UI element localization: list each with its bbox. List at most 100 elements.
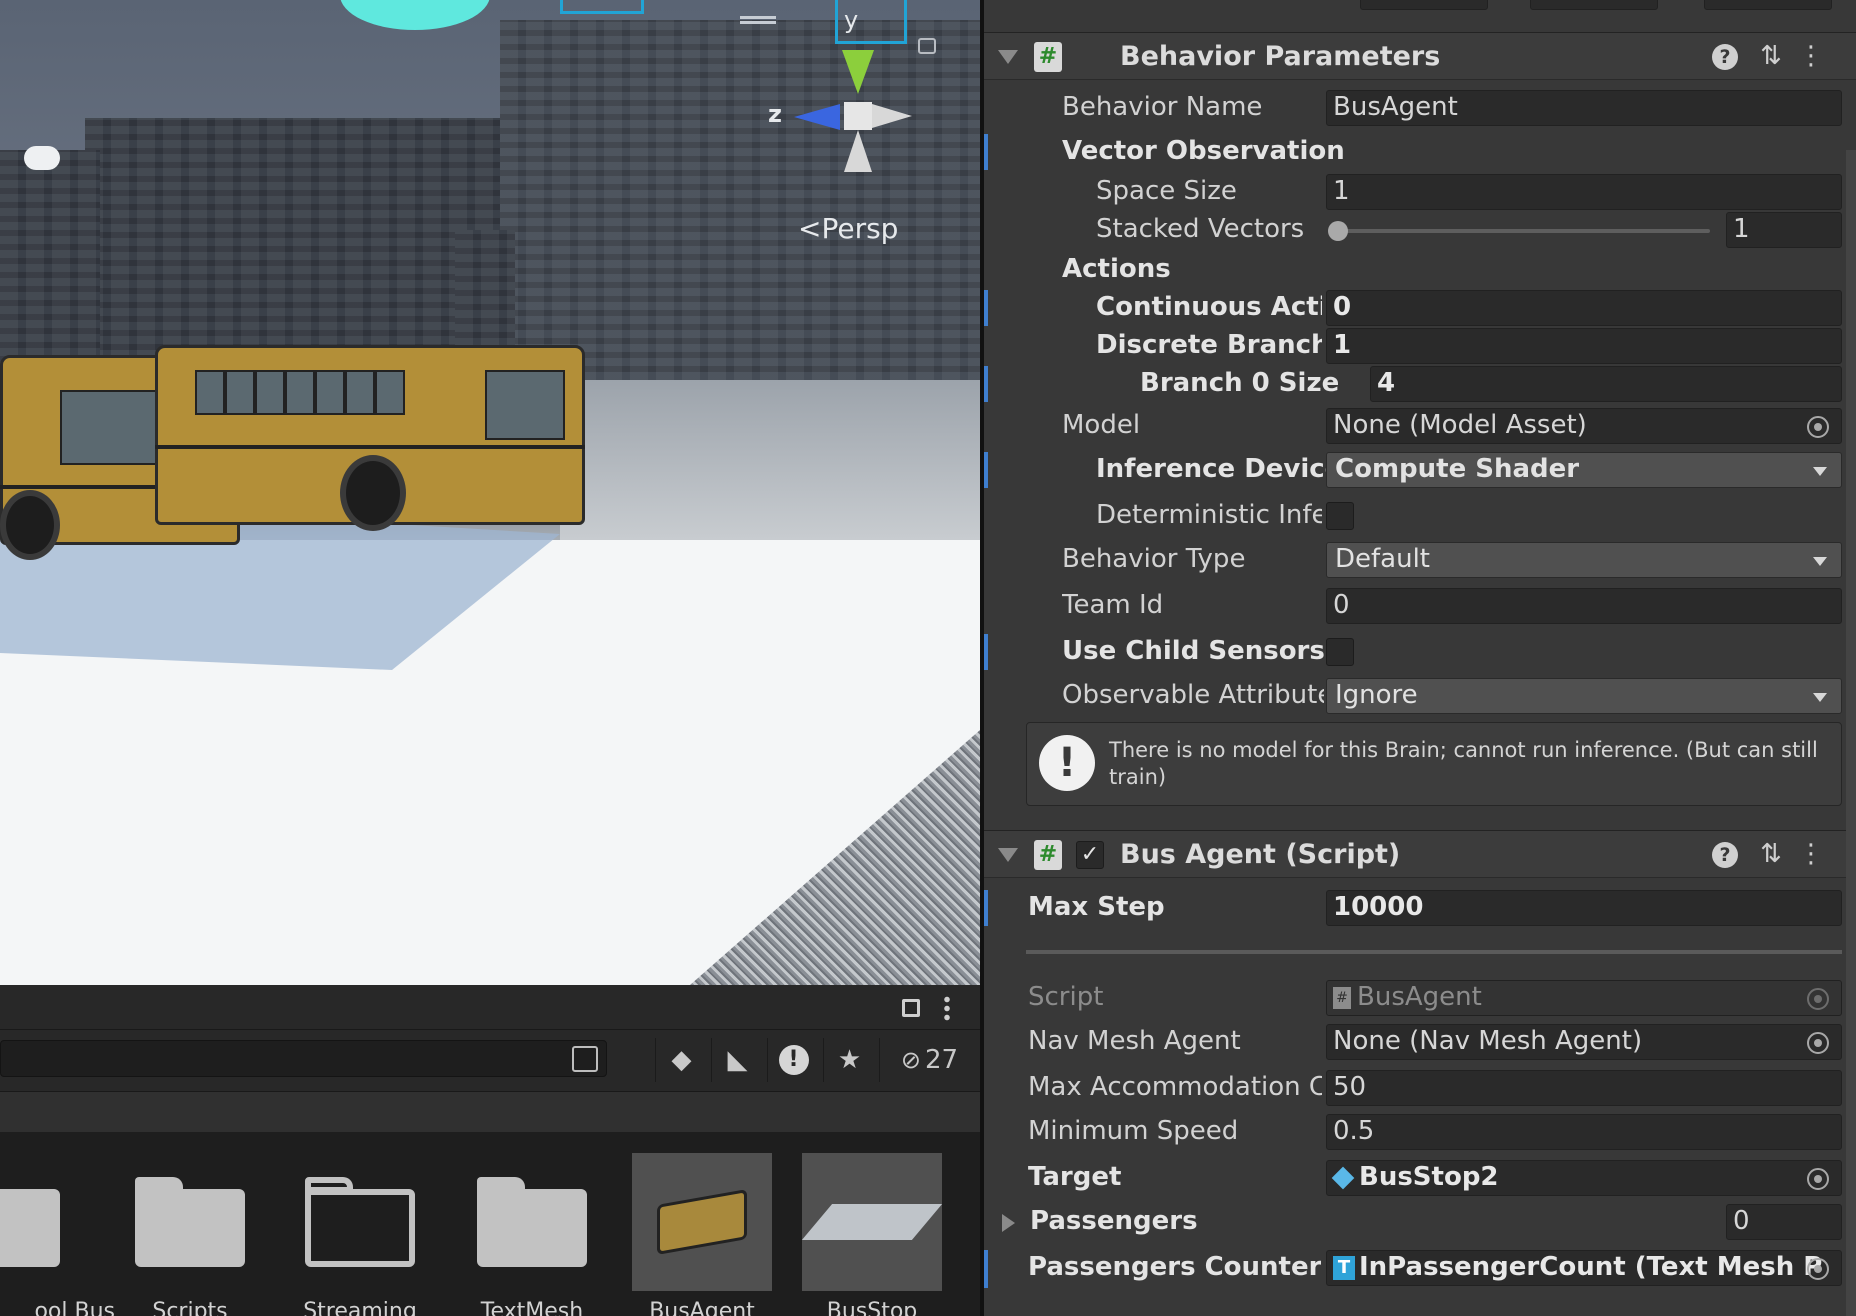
asset-label: TextMesh <box>480 1299 584 1316</box>
foldout-arrow-icon[interactable] <box>1002 1214 1015 1232</box>
more-options-icon[interactable]: ⋮ <box>1796 41 1826 71</box>
enabled-checkbox[interactable]: ✓ <box>1076 841 1104 869</box>
hidden-count: 27 <box>925 1045 959 1075</box>
slider-knob[interactable] <box>1328 221 1348 241</box>
discrete-branches-input[interactable]: 1 <box>1326 328 1842 364</box>
stacked-vectors-input[interactable]: 1 <box>1726 212 1842 248</box>
folder-icon <box>477 1177 587 1267</box>
gizmo-z-axis[interactable] <box>794 104 840 130</box>
warning-icon: ! <box>1039 735 1095 791</box>
vector-field[interactable] <box>1360 0 1488 10</box>
dropdown-value: Ignore <box>1335 680 1418 710</box>
gizmo-y-axis[interactable] <box>842 50 874 94</box>
asset-prefab[interactable]: BusStop <box>801 1153 943 1316</box>
vector-field[interactable] <box>1530 0 1658 10</box>
script-file-icon: # <box>1333 986 1351 1009</box>
asset-folder[interactable]: Streaming <box>290 1153 430 1316</box>
warning-text: There is no model for this Brain; cannot… <box>1109 738 1818 789</box>
field-label: Target <box>1028 1162 1122 1192</box>
log-types-button[interactable]: ! <box>767 1038 819 1082</box>
bus-model[interactable] <box>155 335 595 550</box>
field-label: Deterministic Infer <box>1096 500 1322 530</box>
more-options-icon[interactable] <box>944 995 950 1021</box>
object-picker-icon[interactable] <box>1807 1258 1829 1280</box>
bus-agent-header[interactable]: # ✓ Bus Agent (Script) ? ⇅ ⋮ <box>984 830 1856 878</box>
script-row: Script # BusAgent <box>984 980 1856 1018</box>
presets-icon[interactable]: ⇅ <box>1756 839 1786 869</box>
space-size-input[interactable]: 1 <box>1326 174 1842 210</box>
filter-by-type-button[interactable]: ◆ <box>655 1038 707 1082</box>
presets-icon[interactable]: ⇅ <box>1756 41 1786 71</box>
help-icon[interactable]: ? <box>1712 842 1738 868</box>
asset-label: Streaming <box>303 1299 417 1316</box>
object-picker-icon[interactable] <box>1807 1168 1829 1190</box>
camera-gizmo-icon[interactable] <box>24 146 60 170</box>
object-picker-icon[interactable] <box>1807 416 1829 438</box>
use-child-sensors-checkbox[interactable] <box>1326 638 1354 666</box>
asset-prefab[interactable]: BusAgent <box>632 1153 772 1316</box>
field-label: Script <box>1028 982 1104 1012</box>
hidden-packages-button[interactable]: ⊘ 27 <box>879 1038 979 1082</box>
vector-field[interactable] <box>1704 0 1832 10</box>
field-label: Max Step <box>1028 892 1165 922</box>
scene-view[interactable]: y z <Persp <box>0 0 980 985</box>
asset-folder[interactable]: TextMesh <box>462 1153 602 1316</box>
passengers-size-input[interactable]: 0 <box>1726 1204 1842 1240</box>
help-icon[interactable]: ? <box>1712 44 1738 70</box>
continuous-actions-row: Continuous Actio 0 <box>984 290 1856 328</box>
field-label: Discrete Branche <box>1096 330 1322 360</box>
team-id-input[interactable]: 0 <box>1326 588 1842 624</box>
bus-thumbnail-icon <box>657 1189 747 1255</box>
object-picker-icon[interactable] <box>1807 1032 1829 1054</box>
minimum-speed-input[interactable]: 0.5 <box>1326 1114 1842 1150</box>
persp-label[interactable]: <Persp <box>798 212 898 245</box>
asset-folder[interactable]: ool Bus <box>0 1153 115 1316</box>
lock-icon[interactable] <box>902 999 920 1017</box>
behavior-type-dropdown[interactable]: Default <box>1326 542 1842 578</box>
section-divider <box>1026 950 1842 954</box>
inference-device-dropdown[interactable]: Compute Shader <box>1326 452 1842 488</box>
search-input[interactable] <box>0 1040 607 1077</box>
passengers-row[interactable]: Passengers 0 <box>984 1204 1856 1242</box>
minimum-speed-row: Minimum Speed 0.5 <box>984 1114 1856 1152</box>
field-label: Team Id <box>1062 590 1164 620</box>
continuous-actions-input[interactable]: 0 <box>1326 290 1842 326</box>
foldout-arrow-icon[interactable] <box>998 848 1018 862</box>
actions-row[interactable]: Actions <box>984 252 1856 290</box>
gizmo-center[interactable] <box>844 102 872 130</box>
foldout-arrow-icon[interactable] <box>998 50 1018 64</box>
target-object-field[interactable]: BusStop2 <box>1326 1160 1842 1196</box>
vector-observation-row[interactable]: Vector Observation <box>984 134 1856 172</box>
inspector-panel: # Behavior Parameters ? ⇅ ⋮ Behavior Nam… <box>984 0 1856 1316</box>
search-by-type-icon[interactable] <box>572 1046 598 1072</box>
field-label: Nav Mesh Agent <box>1028 1026 1241 1056</box>
field-label: Behavior Type <box>1062 544 1246 574</box>
asset-folder[interactable]: Scripts <box>120 1153 260 1316</box>
max-accommodation-input[interactable]: 50 <box>1326 1070 1842 1106</box>
model-object-field[interactable]: None (Model Asset) <box>1326 408 1842 444</box>
more-options-icon[interactable]: ⋮ <box>1796 839 1826 869</box>
favorites-button[interactable]: ★ <box>823 1038 875 1082</box>
behavior-name-input[interactable]: BusAgent <box>1326 90 1842 126</box>
scene-gizmo[interactable]: y z <box>768 6 930 180</box>
observable-attribute-dropdown[interactable]: Ignore <box>1326 678 1842 714</box>
max-step-input[interactable]: 10000 <box>1326 890 1842 926</box>
team-id-row: Team Id 0 <box>984 588 1856 626</box>
nav-mesh-agent-object-field[interactable]: None (Nav Mesh Agent) <box>1326 1024 1842 1060</box>
max-step-row: Max Step 10000 <box>984 890 1856 928</box>
stacked-vectors-slider[interactable] <box>1330 229 1710 233</box>
inspector-scrollbar[interactable] <box>1846 150 1856 1316</box>
gizmo-x-axis[interactable] <box>872 104 912 128</box>
gizmo-down-cone[interactable] <box>844 130 872 172</box>
behavior-parameters-header[interactable]: # Behavior Parameters ? ⇅ ⋮ <box>984 32 1856 80</box>
filter-by-label-button[interactable]: ◣ <box>711 1038 763 1082</box>
selection-outline <box>560 0 644 14</box>
stacked-vectors-row: Stacked Vectors 1 <box>984 212 1856 250</box>
branch-0-size-input[interactable]: 4 <box>1370 366 1842 402</box>
gizmo-menu-icon[interactable] <box>740 16 776 24</box>
passengers-counter-object-field[interactable]: T InPassengerCount (Text Mesh P <box>1326 1250 1842 1286</box>
component-title: Bus Agent (Script) <box>1120 839 1401 870</box>
deterministic-inference-checkbox[interactable] <box>1326 502 1354 530</box>
gizmo-lock-icon[interactable] <box>918 38 936 54</box>
project-header <box>0 985 980 1030</box>
